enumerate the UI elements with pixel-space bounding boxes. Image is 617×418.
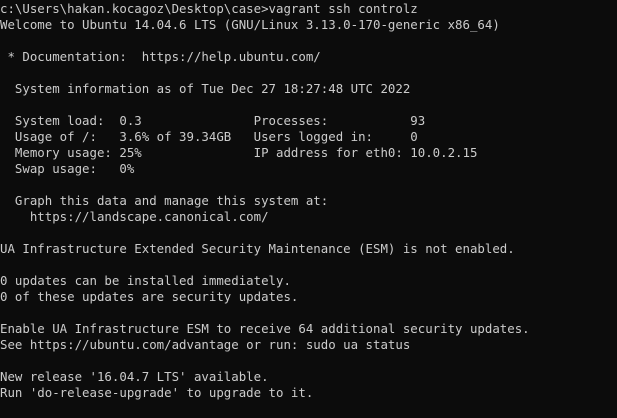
terminal-window[interactable]: c:\Users\hakan.kocagoz\Desktop\case>vagr… xyxy=(0,0,617,418)
enable-esm-line: Enable UA Infrastructure ESM to receive … xyxy=(0,321,530,336)
system-load-line: System load: 0.3 Processes: 93 xyxy=(0,113,426,128)
upgrade-hint-line: Run 'do-release-upgrade' to upgrade to i… xyxy=(0,385,314,400)
welcome-line: Welcome to Ubuntu 14.04.6 LTS (GNU/Linux… xyxy=(0,17,500,32)
disk-usage-line: Usage of /: 3.6% of 39.34GB Users logged… xyxy=(0,129,418,144)
new-release-line: New release '16.04.7 LTS' available. xyxy=(0,369,269,384)
security-updates-line: 0 of these updates are security updates. xyxy=(0,289,299,304)
landscape-url-line: https://landscape.canonical.com/ xyxy=(0,209,269,224)
documentation-line: * Documentation: https://help.ubuntu.com… xyxy=(0,49,321,64)
system-info-header: System information as of Tue Dec 27 18:2… xyxy=(0,81,411,96)
command-prompt-line: c:\Users\hakan.kocagoz\Desktop\case>vagr… xyxy=(0,1,418,16)
swap-usage-line: Swap usage: 0% xyxy=(0,161,135,176)
advantage-url-line: See https://ubuntu.com/advantage or run:… xyxy=(0,337,411,352)
graph-info-line: Graph this data and manage this system a… xyxy=(0,193,329,208)
esm-status-line: UA Infrastructure Extended Security Main… xyxy=(0,241,515,256)
memory-usage-line: Memory usage: 25% IP address for eth0: 1… xyxy=(0,145,478,160)
updates-count-line: 0 updates can be installed immediately. xyxy=(0,273,291,288)
